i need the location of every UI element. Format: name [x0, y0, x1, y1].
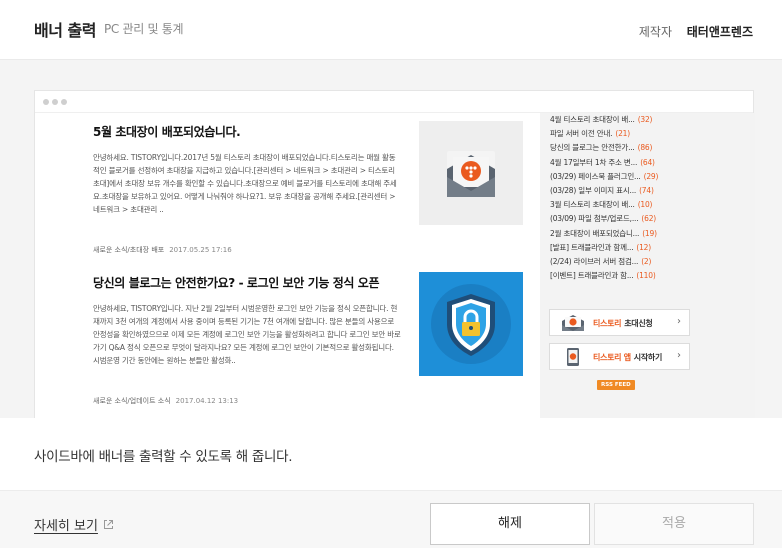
- invite-banner: 티스토리 초대신청 ›: [549, 309, 690, 336]
- recent-posts-list: 4월 티스토리 초대장이 배... (32) 파일 서버 이전 안내. (21) 당…: [550, 113, 658, 283]
- list-item: (03/29) 페이스북 플러그인... (29): [550, 171, 659, 181]
- plugin-description: 사이드바에 배너를 출력할 수 있도록 해 줍니다.: [34, 449, 293, 465]
- app-banner-label: 티스토리 앱 시작하기: [593, 353, 663, 362]
- window-dot-icon: [61, 99, 67, 105]
- post-category: 새로운 소식/업데이트 소식: [93, 397, 171, 405]
- action-bar: 자세히 보기 해제 적용: [0, 490, 782, 548]
- page-title: 배너 출력: [34, 21, 96, 40]
- plugin-header: 배너 출력 PC 관리 및 통계 제작자 태터앤프렌즈: [0, 0, 782, 60]
- window-dot-icon: [52, 99, 58, 105]
- post-date: 2017.04.12 13:13: [175, 397, 239, 405]
- list-item: (2/24) 라이브러 서버 점검... (2): [550, 257, 652, 267]
- window-dot-icon: [43, 99, 49, 105]
- chevron-right-icon: ›: [677, 350, 681, 361]
- list-item: 파일 서버 이전 안내. (21): [550, 129, 630, 139]
- post-meta: 새로운 소식/초대장 배포 2017.05.25 17:16: [93, 245, 523, 255]
- chevron-right-icon: ›: [677, 316, 681, 327]
- post-date: 2017.05.25 17:16: [169, 246, 232, 254]
- shield-lock-icon: [419, 272, 523, 376]
- list-item: [이벤트] 트래블라인과 함... (110): [550, 271, 656, 281]
- invite-banner-label: 티스토리 초대신청: [593, 319, 653, 328]
- maker-label: 제작자: [638, 25, 672, 39]
- browser-toolbar: [35, 91, 753, 113]
- list-item: 4월 17일부터 1차 주소 변... (64): [550, 157, 655, 167]
- post-excerpt: 안녕하세요. TISTORY입니다.2017년 5월 티스토리 초대장이 배포되…: [93, 153, 397, 214]
- preview-area: 5월 초대장이 배포되었습니다. 안녕하세요. TISTORY입니다.2017년…: [0, 60, 782, 418]
- more-info-link[interactable]: 자세히 보기: [34, 515, 114, 534]
- sidebar-preview: 4월 티스토리 초대장이 배... (32) 파일 서버 이전 안내. (21) 당…: [540, 113, 755, 418]
- external-link-icon: [103, 520, 113, 529]
- browser-mockup: 5월 초대장이 배포되었습니다. 안녕하세요. TISTORY입니다.2017년…: [34, 90, 755, 418]
- app-banner: 티스토리 앱 시작하기 ›: [549, 343, 690, 370]
- envelope-icon: [560, 314, 586, 332]
- post-meta: 새로운 소식/업데이트 소식 2017.04.12 13:13: [93, 396, 523, 406]
- envelope-icon: [419, 121, 523, 225]
- list-item: 2월 초대장이 배포되었습니... (19): [550, 228, 657, 238]
- page-subtitle: PC 관리 및 통계: [104, 22, 184, 36]
- post-category: 새로운 소식/초대장 배포: [93, 246, 165, 254]
- post-excerpt: 안녕하세요, TISTORY입니다. 지난 2월 2일부터 시범운영한 로그인 …: [93, 304, 401, 365]
- more-info-label: 자세히 보기: [34, 519, 98, 534]
- list-item: 4월 티스토리 초대장이 배... (32): [550, 115, 653, 124]
- maker-name: 태터앤프렌즈: [686, 25, 753, 39]
- list-item: 당신의 블로그는 안전한가... (86): [550, 143, 653, 153]
- apply-button[interactable]: 적용: [594, 503, 754, 545]
- list-item: (03/28) 일부 이미지 표시... (74): [550, 186, 654, 196]
- disable-button[interactable]: 해제: [430, 503, 590, 545]
- list-item: 3월 티스토리 초대장이 배... (10): [550, 200, 653, 210]
- rss-feed-badge: RSS FEED: [597, 380, 635, 390]
- list-item: [발표] 트래블라인과 함께... (12): [550, 242, 651, 252]
- list-item: (03/09) 파일 첨부/업로드,... (62): [550, 214, 657, 224]
- phone-icon: [560, 348, 586, 366]
